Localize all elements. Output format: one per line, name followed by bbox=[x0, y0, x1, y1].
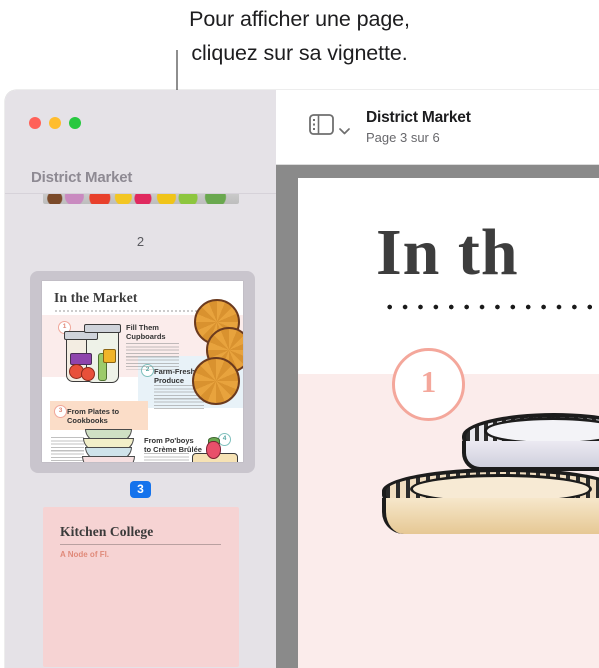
page-section-number: 1 bbox=[420, 364, 437, 399]
document-page: In th 1 bbox=[298, 178, 599, 668]
page-status: Page 3 sur 6 bbox=[366, 130, 440, 145]
sidebar-scroll-area[interactable]: 2 In the Market 1 2 3 4 Fill Them Cupboa… bbox=[5, 194, 276, 668]
thumb-section-3-heading: From Plates to Cookbooks bbox=[67, 407, 119, 425]
heading-line-2: Cupboards bbox=[126, 332, 166, 341]
thumbnail-sidebar[interactable]: District Market 2 In the Market 1 2 3 bbox=[5, 90, 276, 668]
toolbar: District Market Page 3 sur 6 bbox=[276, 90, 599, 164]
app-window: District Market 2 In the Market 1 2 3 bbox=[5, 90, 599, 668]
page-section-number-circle: 1 bbox=[392, 348, 465, 421]
thumb4-title: Kitchen College bbox=[60, 524, 154, 539]
jar-contents-purple bbox=[70, 353, 92, 365]
page-badge-3: 3 bbox=[130, 481, 151, 498]
callout-instruction: Pour afficher une page, cliquez sur sa v… bbox=[0, 0, 599, 70]
page-heading: In th bbox=[376, 216, 519, 289]
vegetables-photo bbox=[43, 194, 239, 204]
thumbnail-page-3-selected[interactable]: In the Market 1 2 3 4 Fill Them Cupboard… bbox=[30, 271, 255, 473]
callout-line-2: cliquez sur sa vignette. bbox=[191, 41, 408, 65]
sidebar-toggle-icon[interactable] bbox=[309, 114, 334, 135]
thumb-section-3-number: 3 bbox=[54, 405, 67, 418]
sidebar-title: District Market bbox=[31, 169, 133, 186]
heading-line-1: From Plates to bbox=[67, 407, 120, 416]
heading-line-1: From Po'boys bbox=[144, 436, 194, 445]
jar-lid-b bbox=[84, 324, 121, 333]
jar-lid-top-band bbox=[462, 441, 599, 471]
document-title: District Market bbox=[366, 109, 471, 126]
minimize-button[interactable] bbox=[49, 117, 61, 129]
jar-contents-tomato-2 bbox=[81, 367, 95, 381]
thumb-section-4-heading: From Po'boys to Crème Brûlée bbox=[144, 436, 202, 454]
thumb-section-3-body bbox=[51, 437, 84, 462]
thumbnail-page-4[interactable]: Kitchen College A Node of Fl. bbox=[43, 507, 239, 667]
page-badge-3-wrapper: 3 bbox=[5, 480, 276, 498]
page-label-2: 2 bbox=[136, 234, 145, 249]
heading-line-2: Produce bbox=[154, 376, 185, 385]
thumb-section-1-body bbox=[126, 343, 179, 370]
bowl-4 bbox=[82, 456, 135, 462]
zoom-button[interactable] bbox=[69, 117, 81, 129]
jar-contents-yellow bbox=[103, 349, 116, 363]
callout-line-1: Pour afficher une page, bbox=[189, 7, 410, 31]
thumb-section-4-body bbox=[144, 453, 189, 462]
strawberry bbox=[206, 441, 221, 459]
thumb4-subtitle: A Node of Fl. bbox=[60, 550, 110, 559]
thumb4-rule bbox=[60, 544, 221, 545]
thumb-page-title: In the Market bbox=[54, 290, 138, 305]
jar-lid-bottom-band bbox=[382, 498, 599, 534]
close-button[interactable] bbox=[29, 117, 41, 129]
page-dotted-rule bbox=[382, 304, 599, 310]
thumbnail-page-3-content: In the Market 1 2 3 4 Fill Them Cupboard… bbox=[42, 281, 243, 462]
document-canvas[interactable]: In th 1 bbox=[276, 165, 599, 668]
heading-line-1: Fill Them bbox=[126, 323, 159, 332]
thumbnail-page-2[interactable] bbox=[43, 194, 239, 204]
window-controls[interactable] bbox=[29, 117, 81, 129]
thumb-section-1-heading: Fill Them Cupboards bbox=[126, 323, 166, 341]
orange-slice-3 bbox=[192, 357, 240, 405]
chevron-down-icon[interactable] bbox=[339, 122, 350, 135]
heading-line-2: Cookbooks bbox=[67, 416, 108, 425]
